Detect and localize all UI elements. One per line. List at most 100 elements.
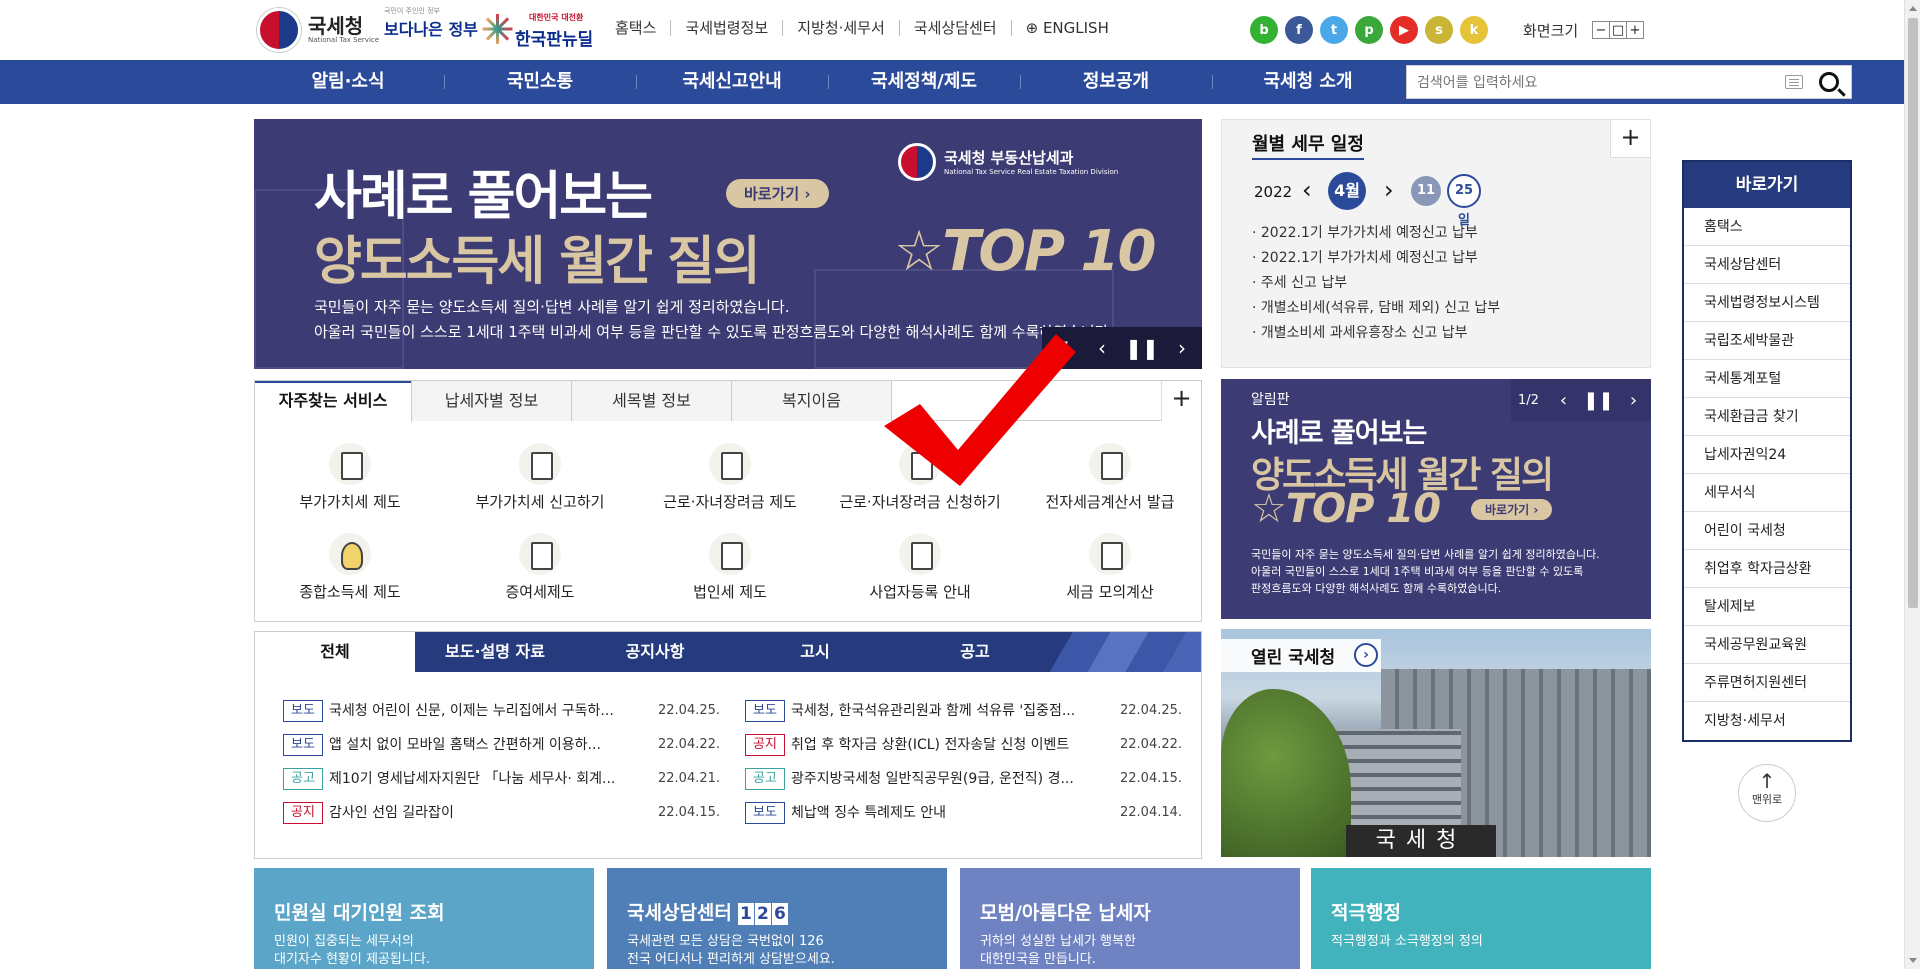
month-prev-icon[interactable]: ‹ [1302, 176, 1312, 204]
service-eitc-system[interactable]: 근로·자녀장려금 제도 [635, 443, 825, 512]
quick-link-item[interactable]: 납세자권익24 [1684, 436, 1850, 474]
blog-icon[interactable]: b [1250, 16, 1278, 44]
notice-row[interactable]: 공지 취업 후 학자금 상환(ICL) 전자송달 신청 이벤트 22.04.22. [745, 734, 1182, 758]
kakao-icon[interactable]: k [1460, 16, 1488, 44]
scroll-down-icon[interactable] [1909, 958, 1917, 963]
quick-link-item[interactable]: 국세통계포털 [1684, 360, 1850, 398]
post-icon[interactable]: p [1355, 16, 1383, 44]
scroll-top-button[interactable]: ↑ 맨위로 [1738, 764, 1796, 822]
quick-link-item[interactable]: 국세법령정보시스템 [1684, 284, 1850, 322]
font-reset-button[interactable]: □ [1609, 21, 1627, 39]
tab-press[interactable]: 보도·설명 자료 [415, 632, 575, 672]
chevron-right-icon[interactable]: › [1354, 643, 1378, 667]
notice-row[interactable]: 공지 감사인 선임 길라잡이 22.04.15. [283, 802, 720, 826]
tab-frequent[interactable]: 자주찾는 서비스 [255, 381, 412, 422]
quick-link-item[interactable]: 국세상담센터 [1684, 246, 1850, 284]
service-tax-simulation[interactable]: 세금 모의계산 [1015, 533, 1205, 602]
quick-link-item[interactable]: 주류면허지원센터 [1684, 664, 1850, 702]
tile-consult-center[interactable]: 국세상담센터 1 2 6 국세관련 모든 상담은 국번없이 126 전국 어디서나 편리… [607, 868, 947, 969]
service-business-reg[interactable]: 사업자등록 안내 [825, 533, 1015, 602]
tab-by-tax-item[interactable]: 세목별 정보 [572, 381, 732, 421]
banner-go-button[interactable]: 바로가기 › [726, 179, 829, 208]
month-next-icon[interactable]: › [1384, 176, 1394, 204]
notice-row[interactable]: 보도 체납액 징수 특례제도 안내 22.04.14. [745, 802, 1182, 826]
quick-link-item[interactable]: 취업후 학자금상환 [1684, 550, 1850, 588]
nav-tax-policy[interactable]: 국세정책/제도 [828, 60, 1020, 104]
quick-link-item[interactable]: 국립조세박물관 [1684, 322, 1850, 360]
quick-link-item[interactable]: 홈택스 [1684, 208, 1850, 246]
logo-text[interactable]: 국세청 [308, 10, 363, 39]
schedule-more-button[interactable]: + [1610, 120, 1650, 158]
banner-next-icon[interactable]: › [1162, 336, 1202, 360]
nav-communication[interactable]: 국민소통 [444, 60, 636, 104]
link-regional-office[interactable]: 지방청·세무서 [782, 20, 899, 36]
notice-row[interactable]: 공고 광주지방국세청 일반직공무원(9급, 운전직) 경... 22.04.15. [745, 768, 1182, 792]
open-nts-panel[interactable]: 국세청 열린 국세청 › [1221, 629, 1651, 857]
service-vat-filing[interactable]: 부가가치세 신고하기 [445, 443, 635, 512]
notice-panel-banner[interactable]: 알림판 사례로 풀어보는 양도소득세 월간 질의 ☆TOP 10 바로가기 › … [1221, 379, 1651, 619]
service-label: 부가가치세 제도 [299, 493, 401, 511]
schedule-item[interactable]: · 2022.1기 부가가치세 예정신고 납부 [1252, 247, 1500, 272]
link-english[interactable]: ⊕ ENGLISH [1010, 20, 1123, 36]
schedule-item[interactable]: · 개별소비세(석유류, 담배 제외) 신고 납부 [1252, 297, 1500, 322]
kakaostory-icon[interactable]: s [1425, 16, 1453, 44]
youtube-icon[interactable]: ▶ [1390, 16, 1418, 44]
notice-row[interactable]: 공고 제10기 영세납세자지원단 「나눔 세무사· 회계... 22.04.21. [283, 768, 720, 792]
tab-announcement[interactable]: 고시 [735, 632, 895, 672]
alim-go-button[interactable]: 바로가기 › [1471, 499, 1553, 520]
schedule-item[interactable]: · 주세 신고 납부 [1252, 272, 1500, 297]
notice-row[interactable]: 보도 앱 설치 없이 모바일 홈택스 간편하게 이용하... 22.04.22. [283, 734, 720, 758]
font-increase-button[interactable]: + [1626, 21, 1644, 39]
link-consult-center[interactable]: 국세상담센터 [898, 20, 1011, 36]
quick-service-more-button[interactable]: + [1161, 381, 1201, 421]
nav-tax-filing[interactable]: 국세신고안내 [636, 60, 828, 104]
schedule-item[interactable]: · 2022.1기 부가가치세 예정신고 납부 [1252, 222, 1500, 247]
alim-page: 1/2 [1518, 392, 1539, 408]
schedule-item[interactable]: · 개별소비세 과세유흥장소 신고 납부 [1252, 322, 1500, 347]
link-hometax[interactable]: 홈택스 [615, 20, 670, 36]
scroll-up-icon[interactable] [1909, 6, 1917, 11]
alim-pause-icon[interactable]: ❚❚ [1581, 390, 1616, 411]
quick-link-item[interactable]: 어린이 국세청 [1684, 512, 1850, 550]
search-input[interactable] [1417, 72, 1787, 94]
keyboard-icon[interactable] [1785, 75, 1803, 89]
nav-disclosure[interactable]: 정보공개 [1020, 60, 1212, 104]
alim-prev-icon[interactable]: ‹ [1546, 390, 1581, 411]
tile-waiting-count[interactable]: 민원실 대기인원 조회 민원이 집중되는 세무서의 대기자수 현황이 제공됩니다. [254, 868, 594, 969]
tab-welfare[interactable]: 복지이음 [732, 381, 892, 421]
alim-next-icon[interactable]: › [1616, 390, 1651, 411]
scroll-thumb[interactable] [1908, 18, 1918, 608]
quick-link-item[interactable]: 국세환급금 찾기 [1684, 398, 1850, 436]
quick-link-item[interactable]: 국세공무원교육원 [1684, 626, 1850, 664]
service-vat-system[interactable]: 부가가치세 제도 [255, 443, 445, 512]
search-icon[interactable] [1819, 72, 1839, 92]
gov-slogan-logo[interactable]: 국민이 주인인 정부 보다나은 정부 [384, 7, 478, 40]
nts-emblem-icon[interactable] [257, 8, 301, 52]
service-corporate-tax[interactable]: 법인세 제도 [635, 533, 825, 602]
tab-all[interactable]: 전체 [255, 632, 415, 672]
page-scrollbar[interactable] [1904, 0, 1920, 969]
banner-pause-icon[interactable]: ❚❚ [1122, 336, 1162, 360]
tab-public-notice[interactable]: 공고 [895, 632, 1055, 672]
tab-by-taxpayer[interactable]: 납세자별 정보 [412, 381, 572, 421]
twitter-icon[interactable]: t [1320, 16, 1348, 44]
quick-link-item[interactable]: 지방청·세무서 [1684, 702, 1850, 740]
tile-proactive-admin[interactable]: 적극행정 적극행정과 소극행정의 정의 [1311, 868, 1651, 969]
font-decrease-button[interactable]: − [1592, 21, 1610, 39]
link-tax-law[interactable]: 국세법령정보 [670, 20, 782, 36]
newdeal-logo[interactable]: 대한민국 대전환 한국판뉴딜 [515, 13, 593, 50]
quick-link-item[interactable]: 세무서식 [1684, 474, 1850, 512]
banner-prev-icon[interactable]: ‹ [1082, 336, 1122, 360]
notice-row[interactable]: 보도 국세청 어린이 신문, 이제는 누리집에서 구독하... 22.04.25. [283, 700, 720, 724]
tile-model-taxpayer[interactable]: 모범/아름다운 납세자 귀하의 성실한 납세가 행복한 대한민국을 만듭니다. [960, 868, 1300, 969]
facebook-icon[interactable]: f [1285, 16, 1313, 44]
service-gift-tax[interactable]: 증여세제도 [445, 533, 635, 602]
nav-notice[interactable]: 알림·소식 [252, 60, 444, 104]
nav-about[interactable]: 국세청 소개 [1212, 60, 1404, 104]
schedule-day-25[interactable]: 25일 [1447, 174, 1481, 228]
quick-link-item[interactable]: 탈세제보 [1684, 588, 1850, 626]
service-income-tax[interactable]: 종합소득세 제도 [255, 533, 445, 602]
tab-notices[interactable]: 공지사항 [575, 632, 735, 672]
schedule-day-11[interactable]: 11 [1411, 176, 1441, 206]
notice-row[interactable]: 보도 국세청, 한국석유관리원과 함께 석유류 '집중점... 22.04.25. [745, 700, 1182, 724]
